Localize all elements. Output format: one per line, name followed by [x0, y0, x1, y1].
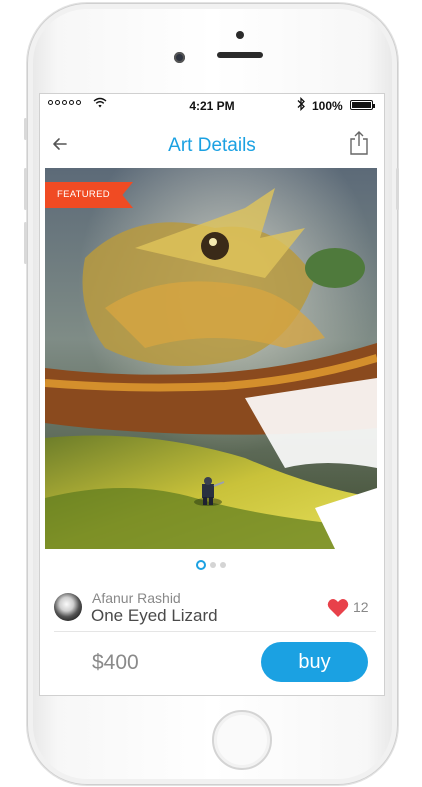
share-icon[interactable] [348, 130, 370, 156]
heart-icon[interactable] [327, 598, 349, 618]
artwork-painting [45, 168, 377, 549]
artist-info: Afanur Rashid One Eyed Lizard 12 [40, 584, 384, 634]
page-title: Art Details [168, 135, 256, 156]
top-sensor [236, 31, 244, 39]
pager-dot[interactable] [220, 562, 226, 568]
volume-down-button [24, 222, 27, 264]
earpiece-speaker [217, 52, 263, 58]
battery-icon [350, 100, 375, 110]
price: $400 [92, 651, 139, 674]
bluetooth-icon [297, 97, 305, 111]
battery-percent: 100% [312, 99, 343, 113]
pager-dot-active[interactable] [196, 560, 206, 570]
mute-switch [24, 118, 27, 140]
nav-bar: Art Details [40, 121, 384, 167]
artwork-image[interactable]: FEATURED [45, 168, 377, 549]
power-button [396, 168, 399, 210]
like-count: 12 [353, 599, 369, 615]
artist-name[interactable]: Afanur Rashid [92, 590, 181, 606]
artwork-title: One Eyed Lizard [91, 606, 218, 625]
front-camera [174, 52, 185, 63]
divider [54, 631, 376, 632]
buy-button[interactable]: buy [261, 642, 368, 682]
pager-dot[interactable] [210, 562, 216, 568]
featured-badge: FEATURED [45, 182, 133, 208]
volume-up-button [24, 168, 27, 210]
status-bar: 4:21 PM 100% [40, 94, 384, 116]
image-pager[interactable] [196, 560, 226, 570]
home-button[interactable] [212, 710, 272, 770]
app-screen: 4:21 PM 100% Art Details FEATURED Afanur… [39, 93, 385, 696]
artist-avatar[interactable] [54, 593, 82, 621]
